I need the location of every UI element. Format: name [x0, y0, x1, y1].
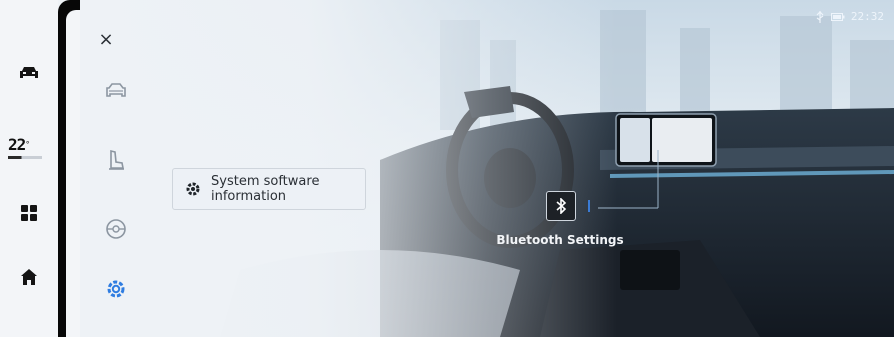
bluetooth-settings-label: Bluetooth Settings: [496, 233, 624, 247]
close-button[interactable]: ×: [94, 27, 118, 51]
infotainment-screen: 22° × System software information 22:32 …: [0, 0, 894, 337]
status-time: 22:32: [850, 10, 884, 23]
bluetooth-hotspot-button[interactable]: [546, 191, 576, 221]
usb-icon: [816, 10, 824, 23]
main-area: × System software information 22:32 Blue…: [80, 0, 894, 337]
system-rail: 22°: [0, 0, 58, 337]
temperature-value: 22: [8, 135, 26, 154]
battery-icon: [830, 12, 845, 21]
status-bar: 22:32: [815, 10, 884, 23]
system-software-info-label: System software information: [211, 174, 320, 204]
home-icon[interactable]: [0, 262, 58, 292]
gear-icon: [186, 182, 200, 196]
temperature-bar: [8, 156, 42, 159]
settings-gear-icon[interactable]: [98, 274, 134, 304]
temperature-unit: °: [25, 140, 30, 149]
system-software-info-button[interactable]: System software information: [172, 168, 366, 210]
seat-icon[interactable]: [98, 145, 134, 175]
bluetooth-icon: [556, 198, 567, 214]
rail-temperature[interactable]: 22°: [8, 137, 56, 159]
divider-inner: [66, 10, 80, 337]
vehicle-icon[interactable]: [98, 76, 134, 106]
apps-grid-icon[interactable]: [0, 198, 58, 228]
steering-wheel-icon[interactable]: [98, 214, 134, 244]
car-icon[interactable]: [0, 58, 58, 88]
hotspot-indicator: [588, 200, 590, 212]
